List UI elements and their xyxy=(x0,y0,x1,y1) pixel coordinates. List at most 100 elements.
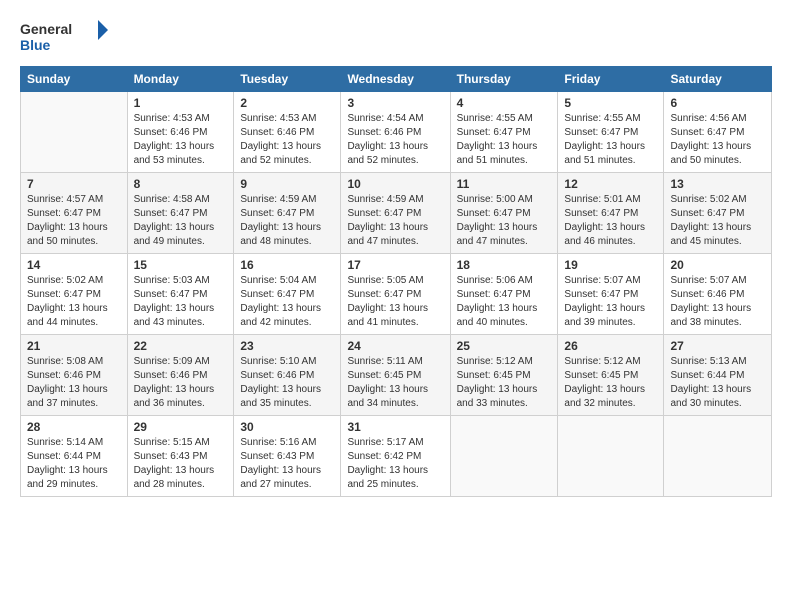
day-number: 19 xyxy=(564,258,657,272)
day-info: Sunrise: 5:00 AM Sunset: 6:47 PM Dayligh… xyxy=(457,193,552,249)
day-number: 12 xyxy=(564,177,657,191)
calendar-day-header: Tuesday xyxy=(234,67,341,92)
day-info: Sunrise: 5:06 AM Sunset: 6:47 PM Dayligh… xyxy=(457,274,552,330)
day-number: 18 xyxy=(457,258,552,272)
day-info: Sunrise: 4:58 AM Sunset: 6:47 PM Dayligh… xyxy=(134,193,228,249)
day-number: 17 xyxy=(347,258,443,272)
calendar-day-cell: 29 Sunrise: 5:15 AM Sunset: 6:43 PM Dayli… xyxy=(127,416,234,497)
day-info: Sunrise: 5:15 AM Sunset: 6:43 PM Dayligh… xyxy=(134,436,228,492)
day-number: 20 xyxy=(670,258,765,272)
day-number: 28 xyxy=(27,420,121,434)
calendar-day-cell: 18 Sunrise: 5:06 AM Sunset: 6:47 PM Dayli… xyxy=(450,254,558,335)
day-number: 8 xyxy=(134,177,228,191)
day-info: Sunrise: 5:13 AM Sunset: 6:44 PM Dayligh… xyxy=(670,355,765,411)
day-info: Sunrise: 5:01 AM Sunset: 6:47 PM Dayligh… xyxy=(564,193,657,249)
day-number: 23 xyxy=(240,339,334,353)
day-number: 22 xyxy=(134,339,228,353)
day-number: 21 xyxy=(27,339,121,353)
calendar-day-header: Monday xyxy=(127,67,234,92)
calendar-day-cell: 3 Sunrise: 4:54 AM Sunset: 6:46 PM Daylig… xyxy=(341,92,450,173)
calendar-day-cell xyxy=(558,416,664,497)
calendar-day-header: Sunday xyxy=(21,67,128,92)
calendar-day-cell: 2 Sunrise: 4:53 AM Sunset: 6:46 PM Daylig… xyxy=(234,92,341,173)
calendar-day-cell: 21 Sunrise: 5:08 AM Sunset: 6:46 PM Dayli… xyxy=(21,335,128,416)
calendar-week-row: 1Sunrise: 4:53 AM Sunset: 6:46 PM Daylig… xyxy=(21,92,772,173)
day-info: Sunrise: 4:55 AM Sunset: 6:47 PM Dayligh… xyxy=(457,112,552,168)
calendar-day-cell xyxy=(664,416,772,497)
day-number: 27 xyxy=(670,339,765,353)
calendar-day-cell: 30Sunrise: 5:16 AM Sunset: 6:43 PM Dayli… xyxy=(234,416,341,497)
calendar-day-header: Friday xyxy=(558,67,664,92)
day-info: Sunrise: 5:11 AM Sunset: 6:45 PM Dayligh… xyxy=(347,355,443,411)
day-number: 25 xyxy=(457,339,552,353)
day-number: 13 xyxy=(670,177,765,191)
calendar-day-cell: 15Sunrise: 5:03 AM Sunset: 6:47 PM Dayli… xyxy=(127,254,234,335)
calendar-day-cell: 10 Sunrise: 4:59 AM Sunset: 6:47 PM Dayli… xyxy=(341,173,450,254)
calendar-week-row: 7Sunrise: 4:57 AM Sunset: 6:47 PM Daylig… xyxy=(21,173,772,254)
day-number: 16 xyxy=(240,258,334,272)
calendar-week-row: 14 Sunrise: 5:02 AM Sunset: 6:47 PM Dayli… xyxy=(21,254,772,335)
calendar-day-cell: 8 Sunrise: 4:58 AM Sunset: 6:47 PM Daylig… xyxy=(127,173,234,254)
day-info: Sunrise: 5:07 AM Sunset: 6:47 PM Dayligh… xyxy=(564,274,657,330)
day-info: Sunrise: 5:12 AM Sunset: 6:45 PM Dayligh… xyxy=(564,355,657,411)
calendar-day-cell: 28 Sunrise: 5:14 AM Sunset: 6:44 PM Dayli… xyxy=(21,416,128,497)
calendar-header-row: SundayMondayTuesdayWednesdayThursdayFrid… xyxy=(21,67,772,92)
calendar-day-cell: 7Sunrise: 4:57 AM Sunset: 6:47 PM Daylig… xyxy=(21,173,128,254)
calendar-day-cell: 22 Sunrise: 5:09 AM Sunset: 6:46 PM Dayli… xyxy=(127,335,234,416)
day-number: 11 xyxy=(457,177,552,191)
calendar-day-cell: 5Sunrise: 4:55 AM Sunset: 6:47 PM Daylig… xyxy=(558,92,664,173)
day-info: Sunrise: 5:02 AM Sunset: 6:47 PM Dayligh… xyxy=(27,274,121,330)
calendar-day-cell: 20 Sunrise: 5:07 AM Sunset: 6:46 PM Dayli… xyxy=(664,254,772,335)
calendar-day-cell: 26 Sunrise: 5:12 AM Sunset: 6:45 PM Dayli… xyxy=(558,335,664,416)
day-number: 2 xyxy=(240,96,334,110)
day-info: Sunrise: 4:56 AM Sunset: 6:47 PM Dayligh… xyxy=(670,112,765,168)
calendar-day-cell: 13 Sunrise: 5:02 AM Sunset: 6:47 PM Dayli… xyxy=(664,173,772,254)
day-info: Sunrise: 5:09 AM Sunset: 6:46 PM Dayligh… xyxy=(134,355,228,411)
day-number: 3 xyxy=(347,96,443,110)
day-info: Sunrise: 5:17 AM Sunset: 6:42 PM Dayligh… xyxy=(347,436,443,492)
day-number: 26 xyxy=(564,339,657,353)
calendar-day-cell: 6 Sunrise: 4:56 AM Sunset: 6:47 PM Daylig… xyxy=(664,92,772,173)
calendar-day-cell: 16Sunrise: 5:04 AM Sunset: 6:47 PM Dayli… xyxy=(234,254,341,335)
logo-svg: General Blue xyxy=(20,16,110,56)
day-number: 7 xyxy=(27,177,121,191)
day-number: 10 xyxy=(347,177,443,191)
calendar-day-cell: 9Sunrise: 4:59 AM Sunset: 6:47 PM Daylig… xyxy=(234,173,341,254)
svg-text:General: General xyxy=(20,21,72,37)
calendar-day-cell: 12 Sunrise: 5:01 AM Sunset: 6:47 PM Dayli… xyxy=(558,173,664,254)
day-info: Sunrise: 4:59 AM Sunset: 6:47 PM Dayligh… xyxy=(347,193,443,249)
calendar-day-cell: 4 Sunrise: 4:55 AM Sunset: 6:47 PM Daylig… xyxy=(450,92,558,173)
logo: General Blue xyxy=(20,16,110,56)
day-number: 30 xyxy=(240,420,334,434)
calendar-day-cell: 27 Sunrise: 5:13 AM Sunset: 6:44 PM Dayli… xyxy=(664,335,772,416)
calendar-day-header: Thursday xyxy=(450,67,558,92)
day-info: Sunrise: 5:05 AM Sunset: 6:47 PM Dayligh… xyxy=(347,274,443,330)
calendar-day-cell: 25 Sunrise: 5:12 AM Sunset: 6:45 PM Dayli… xyxy=(450,335,558,416)
calendar-day-cell: 24Sunrise: 5:11 AM Sunset: 6:45 PM Dayli… xyxy=(341,335,450,416)
day-info: Sunrise: 5:02 AM Sunset: 6:47 PM Dayligh… xyxy=(670,193,765,249)
day-number: 6 xyxy=(670,96,765,110)
calendar-day-cell: 19 Sunrise: 5:07 AM Sunset: 6:47 PM Dayli… xyxy=(558,254,664,335)
day-info: Sunrise: 4:54 AM Sunset: 6:46 PM Dayligh… xyxy=(347,112,443,168)
header: General Blue xyxy=(20,16,772,56)
day-info: Sunrise: 5:12 AM Sunset: 6:45 PM Dayligh… xyxy=(457,355,552,411)
day-number: 14 xyxy=(27,258,121,272)
calendar-week-row: 21 Sunrise: 5:08 AM Sunset: 6:46 PM Dayli… xyxy=(21,335,772,416)
day-info: Sunrise: 4:53 AM Sunset: 6:46 PM Dayligh… xyxy=(240,112,334,168)
day-info: Sunrise: 5:08 AM Sunset: 6:46 PM Dayligh… xyxy=(27,355,121,411)
calendar-table: SundayMondayTuesdayWednesdayThursdayFrid… xyxy=(20,66,772,497)
day-info: Sunrise: 4:55 AM Sunset: 6:47 PM Dayligh… xyxy=(564,112,657,168)
calendar-day-cell: 14 Sunrise: 5:02 AM Sunset: 6:47 PM Dayli… xyxy=(21,254,128,335)
svg-text:Blue: Blue xyxy=(20,37,51,53)
calendar-day-cell xyxy=(21,92,128,173)
calendar-day-cell: 1Sunrise: 4:53 AM Sunset: 6:46 PM Daylig… xyxy=(127,92,234,173)
day-info: Sunrise: 5:14 AM Sunset: 6:44 PM Dayligh… xyxy=(27,436,121,492)
day-number: 29 xyxy=(134,420,228,434)
calendar-day-cell: 31Sunrise: 5:17 AM Sunset: 6:42 PM Dayli… xyxy=(341,416,450,497)
day-info: Sunrise: 5:03 AM Sunset: 6:47 PM Dayligh… xyxy=(134,274,228,330)
day-info: Sunrise: 5:07 AM Sunset: 6:46 PM Dayligh… xyxy=(670,274,765,330)
calendar-day-cell: 17 Sunrise: 5:05 AM Sunset: 6:47 PM Dayli… xyxy=(341,254,450,335)
calendar-day-header: Wednesday xyxy=(341,67,450,92)
day-number: 4 xyxy=(457,96,552,110)
day-number: 9 xyxy=(240,177,334,191)
